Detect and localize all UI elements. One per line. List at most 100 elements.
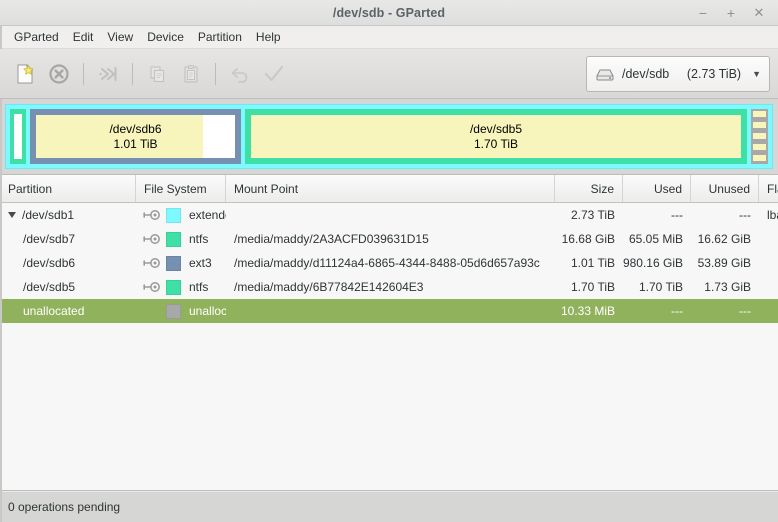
cell-flags (759, 275, 778, 299)
cell-unused: --- (739, 208, 751, 222)
cell-mount-point: /media/maddy/6B77842E142604E3 (234, 280, 424, 294)
pending-operations-label: 0 operations pending (8, 500, 121, 514)
cell-filesystem: ext3 (166, 251, 226, 275)
filesystem-color-swatch (166, 255, 181, 271)
cell-flags (759, 299, 778, 323)
partition-graphic-sdb6[interactable]: /dev/sdb6 1.01 TiB (30, 109, 241, 164)
filesystem-color-swatch (166, 303, 181, 319)
delete-partition-button[interactable] (42, 57, 76, 91)
cell-mount-point (226, 299, 555, 323)
paste-icon (184, 64, 198, 83)
key-icon (143, 258, 160, 268)
partition-usage-fill (14, 114, 22, 159)
maximize-icon[interactable]: + (718, 2, 744, 24)
menu-device[interactable]: Device (140, 28, 191, 46)
column-header-unused[interactable]: Unused (691, 175, 759, 202)
mounted-indicator (136, 227, 166, 251)
menu-gparted[interactable]: GParted (7, 28, 66, 46)
mounted-indicator-placeholder (136, 299, 166, 323)
mounted-indicator (136, 203, 166, 227)
partition-table: Partition File System Mount Point Size U… (0, 175, 778, 491)
partition-graphic-sdb7[interactable] (10, 109, 26, 164)
key-icon (143, 234, 160, 244)
partition-name: /dev/sdb5 (23, 280, 76, 294)
column-header-flags[interactable]: Flag (759, 175, 778, 202)
cell-size: 16.68 GiB (561, 232, 615, 246)
copy-button[interactable] (140, 57, 174, 91)
table-row[interactable]: /dev/sdb6 ext3 /media/maddy/d11124a4-686… (0, 251, 778, 275)
cell-unused: 53.89 GiB (697, 256, 751, 270)
cell-unused: 16.62 GiB (697, 232, 751, 246)
cell-used: --- (671, 208, 683, 222)
title-bar: /dev/sdb - GParted − + ✕ (0, 0, 778, 26)
cell-mount-point: /media/maddy/d11124a4-6865-4344-8488-05d… (234, 256, 540, 270)
filesystem-color-swatch (166, 231, 181, 247)
cell-mount-point: /media/maddy/2A3ACFD039631D15 (234, 232, 429, 246)
cell-used: --- (671, 304, 683, 318)
cell-filesystem: unallocated (166, 299, 226, 323)
partition-graphic-size: 1.70 TiB (473, 136, 518, 151)
resize-move-button[interactable] (91, 57, 125, 91)
cell-partition: /dev/sdb1 (0, 203, 136, 227)
apply-checkmark-icon (264, 65, 284, 81)
cell-size: 1.01 TiB (570, 256, 615, 270)
toolbar: /dev/sdb (2.73 TiB) ▼ (0, 49, 778, 99)
table-body: /dev/sdb1 extended 2.73 TiB --- (0, 203, 778, 490)
menu-help[interactable]: Help (249, 28, 288, 46)
partition-graphic-sdb5[interactable]: /dev/sdb5 1.70 TiB (245, 109, 747, 164)
column-header-used[interactable]: Used (623, 175, 691, 202)
gparted-window: /dev/sdb - GParted − + ✕ GParted Edit Vi… (0, 0, 778, 522)
undo-button[interactable] (223, 57, 257, 91)
cell-unused: 1.73 GiB (704, 280, 751, 294)
cell-filesystem: ntfs (166, 227, 226, 251)
cell-used: 65.05 MiB (628, 232, 683, 246)
cell-partition: unallocated (0, 299, 136, 323)
partition-name: /dev/sdb6 (23, 256, 76, 270)
table-row[interactable]: unallocated unallocated 10.33 MiB --- --… (0, 299, 778, 323)
key-icon (143, 282, 160, 292)
apply-button[interactable] (257, 57, 291, 91)
column-header-size[interactable]: Size (555, 175, 623, 202)
cell-flags (759, 251, 778, 275)
filesystem-name: unallocated (189, 304, 226, 318)
filesystem-name: ntfs (189, 280, 209, 294)
table-row[interactable]: /dev/sdb1 extended 2.73 TiB --- (0, 203, 778, 227)
filesystem-name: ext3 (189, 256, 212, 270)
minimize-icon[interactable]: − (690, 2, 716, 24)
column-header-partition[interactable]: Partition (0, 175, 136, 202)
toolbar-separator-3 (215, 62, 216, 85)
partition-graphic: /dev/sdb6 1.01 TiB /dev/sdb5 1.70 TiB (0, 99, 778, 175)
cell-size: 2.73 TiB (570, 208, 615, 222)
new-partition-button[interactable] (8, 57, 42, 91)
table-header-row: Partition File System Mount Point Size U… (0, 175, 778, 203)
menu-edit[interactable]: Edit (66, 28, 101, 46)
device-selector[interactable]: /dev/sdb (2.73 TiB) ▼ (586, 56, 770, 92)
column-header-filesystem[interactable]: File System (136, 175, 226, 202)
partition-graphic-label: /dev/sdb6 1.01 TiB (109, 122, 161, 152)
mounted-indicator (136, 251, 166, 275)
cell-partition: /dev/sdb6 (0, 251, 136, 275)
cell-filesystem: ntfs (166, 275, 226, 299)
unallocated-graphic[interactable] (751, 109, 768, 164)
mounted-indicator (136, 275, 166, 299)
cell-used: 980.16 GiB (623, 256, 683, 270)
cell-filesystem: extended (166, 203, 226, 227)
partition-graphic-name: /dev/sdb5 (469, 121, 523, 136)
new-partition-icon (17, 63, 34, 83)
status-bar: 0 operations pending (0, 491, 778, 522)
expander-triangle-icon[interactable] (8, 212, 16, 218)
table-row[interactable]: /dev/sdb7 ntfs /media/maddy/2A3ACFD03963… (0, 227, 778, 251)
table-row[interactable]: /dev/sdb5 ntfs /media/maddy/6B77842E1426… (0, 275, 778, 299)
window-title: /dev/sdb - GParted (332, 5, 446, 20)
menu-partition[interactable]: Partition (191, 28, 249, 46)
cell-unused: --- (739, 304, 751, 318)
paste-button[interactable] (174, 57, 208, 91)
cell-flags: lba (767, 208, 778, 222)
close-icon[interactable]: ✕ (746, 2, 772, 24)
extended-partition-graphic[interactable]: /dev/sdb6 1.01 TiB /dev/sdb5 1.70 TiB (5, 104, 773, 169)
toolbar-separator-1 (83, 62, 84, 85)
cell-size: 1.70 TiB (570, 280, 615, 294)
menu-view[interactable]: View (100, 28, 140, 46)
column-header-mount-point[interactable]: Mount Point (226, 175, 555, 202)
hard-disk-icon (596, 69, 614, 80)
